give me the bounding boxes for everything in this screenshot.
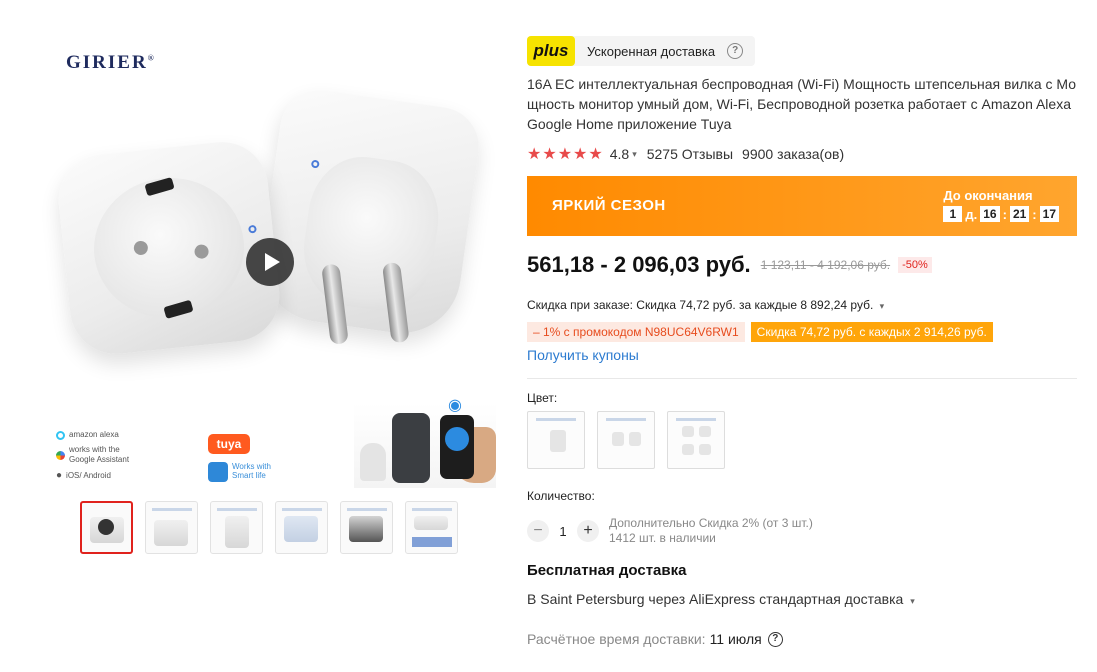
thumbnail-1[interactable] bbox=[80, 501, 133, 554]
promo-row: – 1% с промокодом N98UC64V6RW1 Скидка 74… bbox=[527, 322, 1077, 342]
fast-delivery-badge: plus Ускоренная доставка ? bbox=[527, 36, 756, 66]
plus-logo: plus bbox=[527, 36, 575, 66]
quantity-decrease-button[interactable]: − bbox=[527, 520, 549, 542]
reviews-count[interactable]: 5275 Отзывы bbox=[647, 146, 733, 162]
tuya-logo: tuya bbox=[208, 434, 250, 454]
thumbnail-6[interactable] bbox=[405, 501, 458, 554]
google-assistant-label: works with the Google Assistant bbox=[69, 445, 130, 464]
smart-life-icon bbox=[208, 462, 228, 482]
sale-banner: ЯРКИЙ СЕЗОН До окончания 1 д. 16 : 21 : … bbox=[527, 176, 1077, 236]
delivery-date: 11 июля bbox=[709, 631, 762, 647]
delivery-time: Расчётное время доставки: 11 июля ? bbox=[527, 631, 1077, 647]
orders-count: 9900 заказа(ов) bbox=[742, 146, 845, 162]
video-play-button[interactable] bbox=[246, 238, 294, 286]
thumbnail-4[interactable] bbox=[275, 501, 328, 554]
apple-android-icon: ● bbox=[56, 470, 63, 481]
countdown-hours: 16 bbox=[980, 206, 1000, 222]
color-option-1[interactable] bbox=[527, 411, 585, 469]
promo-code-tag[interactable]: – 1% с промокодом N98UC64V6RW1 bbox=[527, 322, 745, 342]
alexa-label: amazon alexa bbox=[69, 430, 119, 439]
os-label: iOS/ Android bbox=[66, 471, 111, 481]
countdown-days-unit: д. bbox=[965, 206, 978, 222]
get-coupons-link[interactable]: Получить купоны bbox=[527, 347, 1077, 363]
quantity-stepper: − 1 + Дополнительно Скидка 2% (от 3 шт.)… bbox=[527, 516, 1077, 546]
order-discount[interactable]: Скидка при заказе: Скидка 74,72 руб. за … bbox=[527, 298, 1077, 312]
store-discount-tag[interactable]: Скидка 74,72 руб. с каждых 2 914,26 руб. bbox=[750, 322, 993, 342]
quantity-increase-button[interactable]: + bbox=[577, 520, 599, 542]
color-label: Цвет: bbox=[527, 391, 558, 405]
alexa-icon bbox=[56, 430, 65, 440]
quantity-label: Количество: bbox=[527, 489, 595, 503]
rating-value[interactable]: 4.8 bbox=[610, 146, 629, 162]
chevron-down-icon[interactable]: ▾ bbox=[632, 149, 637, 160]
thumbnail-5[interactable] bbox=[340, 501, 393, 554]
quantity-info: Дополнительно Скидка 2% (от 3 шт.) 1412 … bbox=[609, 516, 813, 546]
countdown-days: 1 bbox=[943, 206, 963, 222]
countdown-minutes: 21 bbox=[1009, 206, 1030, 222]
assistant-badges: amazon alexa works with the Google Assis… bbox=[56, 430, 141, 488]
thumbnail-2[interactable] bbox=[145, 501, 198, 554]
help-icon[interactable]: ? bbox=[767, 631, 783, 647]
product-plug-back-image bbox=[253, 85, 485, 345]
product-title: 16A EC интеллектуальная беспроводная (Wi… bbox=[527, 76, 1077, 132]
price-row: 561,18 - 2 096,03 руб. 1 123,11 - 4 192,… bbox=[527, 252, 1077, 278]
order-discount-label: Скидка при заказе: Скидка 74,72 руб. за … bbox=[527, 298, 874, 312]
smart-life-badge: Works with Smart life bbox=[208, 462, 282, 482]
help-icon[interactable]: ? bbox=[727, 43, 744, 59]
current-price: 561,18 - 2 096,03 руб. bbox=[527, 252, 751, 277]
thumbnail-3[interactable] bbox=[210, 501, 263, 554]
smart-speakers-image: ◉ bbox=[354, 397, 496, 488]
stock-text: 1412 шт. в наличии bbox=[609, 531, 716, 545]
bulk-discount-text: Дополнительно Скидка 2% (от 3 шт.) bbox=[609, 516, 813, 530]
chevron-down-icon[interactable]: ▾ bbox=[910, 596, 915, 606]
chevron-down-icon[interactable]: ▾ bbox=[880, 301, 885, 311]
rating-stars: ★★★★★ bbox=[527, 146, 604, 163]
smart-life-label: Works with Smart life bbox=[232, 462, 271, 480]
color-swatches bbox=[527, 411, 1077, 469]
countdown-label: До окончания bbox=[943, 188, 1033, 203]
original-price: 1 123,11 - 4 192,06 руб. bbox=[760, 258, 891, 272]
brand-logo: GIRIER® bbox=[66, 52, 154, 73]
color-option-2[interactable] bbox=[597, 411, 655, 469]
delivery-time-label: Расчётное время доставки: bbox=[527, 631, 706, 647]
quantity-value[interactable]: 1 bbox=[549, 524, 577, 539]
google-assistant-icon bbox=[56, 450, 65, 460]
divider bbox=[527, 378, 1077, 379]
countdown-seconds: 17 bbox=[1039, 206, 1059, 222]
wifi-icon: ◉ bbox=[448, 397, 462, 414]
thumbnail-strip bbox=[80, 501, 458, 554]
fast-delivery-label: Ускоренная доставка bbox=[587, 43, 716, 59]
countdown-timer: До окончания 1 д. 16 : 21 : 17 bbox=[943, 188, 1059, 222]
product-gallery: GIRIER® amazon alexa works with the Goog… bbox=[54, 38, 498, 488]
rating-row: ★★★★★ 4.8 ▾ 5275 Отзывы 9900 заказа(ов) bbox=[527, 144, 1077, 164]
discount-badge: -50% bbox=[898, 257, 932, 273]
free-shipping-title: Бесплатная доставка bbox=[527, 562, 687, 579]
product-info-panel: plus Ускоренная доставка ? 16A EC интелл… bbox=[527, 36, 1077, 647]
shipping-route[interactable]: В Saint Petersburg через AliExpress стан… bbox=[527, 591, 1077, 607]
sale-banner-title: ЯРКИЙ СЕЗОН bbox=[552, 197, 666, 214]
color-option-3[interactable] bbox=[667, 411, 725, 469]
shipping-route-label: В Saint Petersburg через AliExpress стан… bbox=[527, 591, 904, 607]
